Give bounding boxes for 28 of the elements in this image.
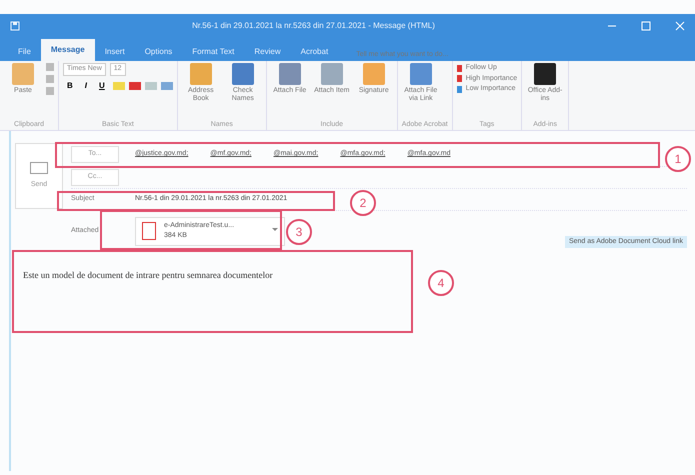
ribbon-tab[interactable]: Acrobat — [290, 43, 338, 61]
format-button[interactable]: B — [63, 80, 77, 92]
format-button[interactable]: I — [80, 80, 92, 92]
envelope-icon — [30, 162, 48, 174]
ribbon-tab[interactable]: Insert — [94, 43, 135, 61]
close-icon[interactable] — [675, 21, 685, 31]
ribbon-tab[interactable]: Message — [40, 39, 95, 61]
callout-number: 2 — [350, 190, 376, 216]
ribbon-icon — [232, 63, 254, 85]
callout-number: 3 — [286, 219, 312, 245]
ribbon-icon — [320, 63, 343, 85]
ribbon-tab[interactable]: File — [8, 43, 41, 61]
ribbon-icon — [534, 63, 556, 85]
ribbon-icon — [278, 63, 301, 85]
ribbon-tab[interactable]: Format Text — [182, 43, 244, 61]
window-title: Nr.56-1 din 29.01.2021 la nr.5263 din 27.01.2021 - Message (HTML) — [191, 20, 436, 32]
callout-number: 4 — [428, 270, 454, 296]
callout-number: 1 — [665, 146, 691, 172]
pdf-icon — [142, 222, 156, 240]
format-button[interactable]: U — [95, 80, 109, 92]
ribbon-icon — [410, 63, 432, 85]
ribbon-tab[interactable]: Options — [134, 43, 182, 61]
ribbon-tab[interactable]: Review — [244, 43, 291, 61]
ribbon-icon — [190, 63, 212, 85]
ribbon-icon — [362, 63, 385, 85]
message-body[interactable]: Este un model de document de intrare pentru semnarea documentelor — [23, 269, 273, 282]
save-icon[interactable] — [10, 21, 20, 31]
maximize-icon[interactable] — [641, 21, 651, 31]
